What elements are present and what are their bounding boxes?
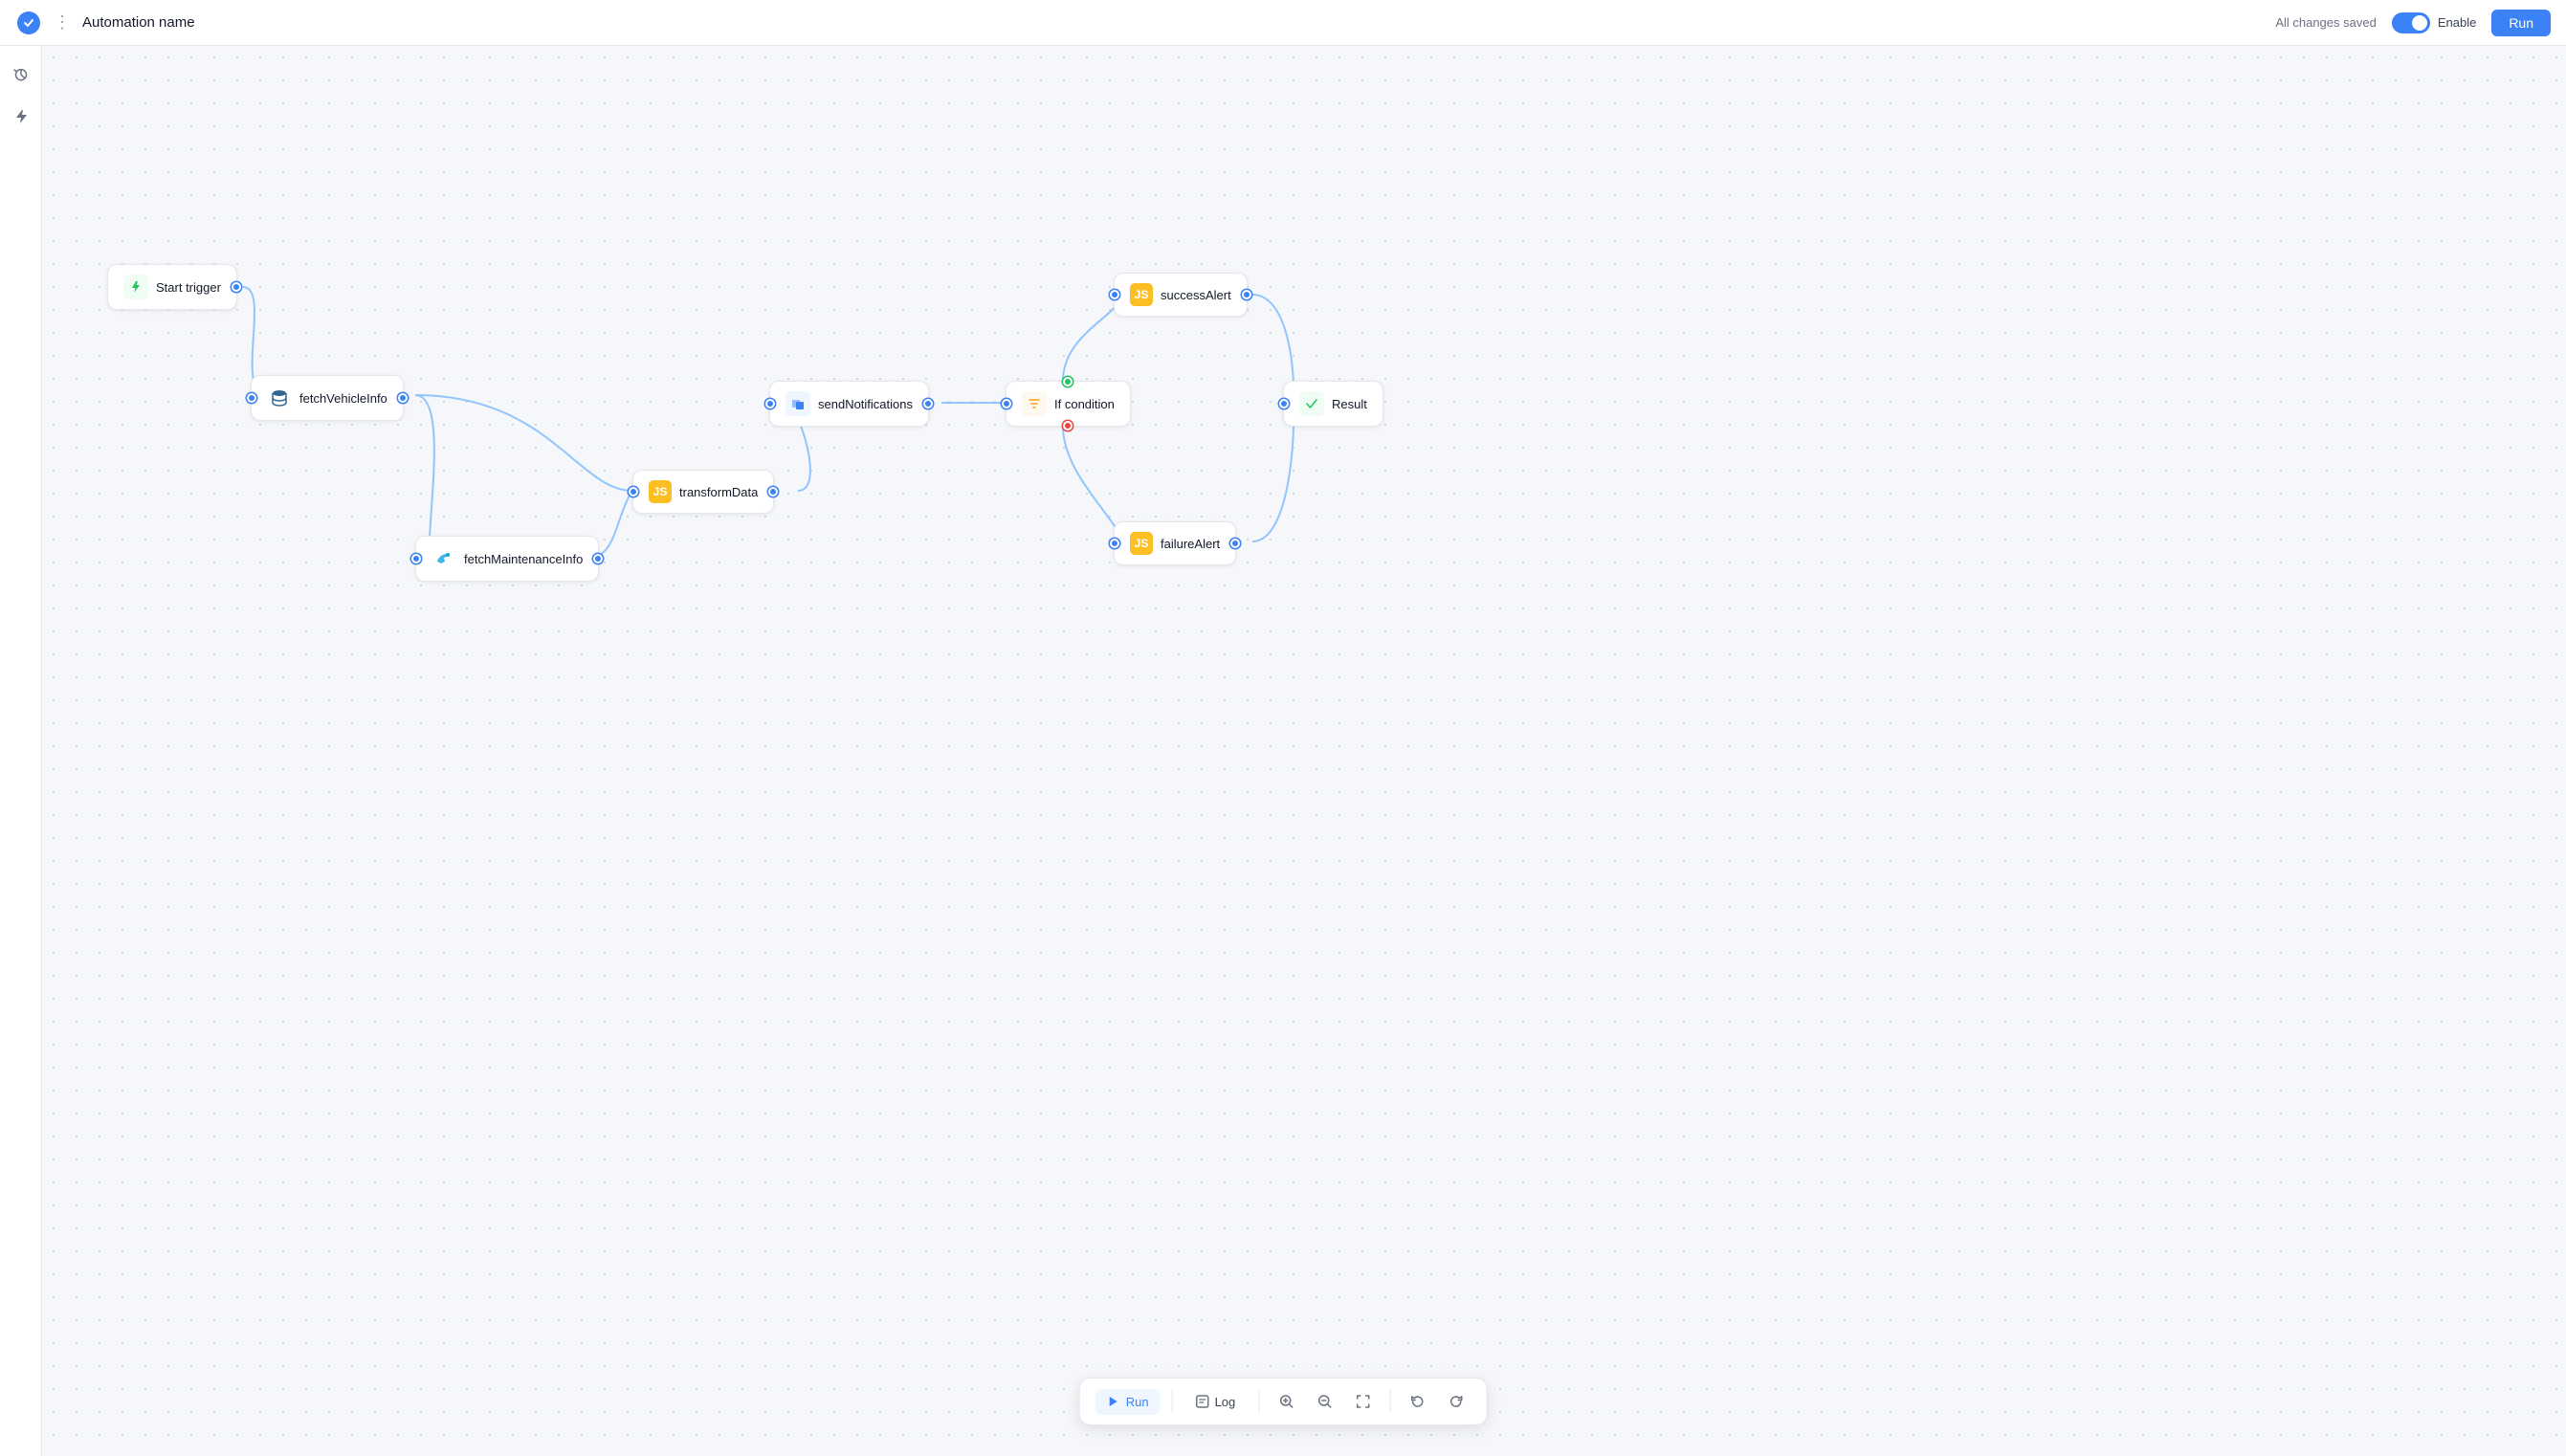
node-failure-alert[interactable]: JS failureAlert xyxy=(1114,521,1236,565)
undo-button[interactable] xyxy=(1402,1386,1432,1417)
log-icon xyxy=(1196,1395,1209,1408)
zoom-in-icon xyxy=(1278,1394,1294,1409)
node-if-condition-label: If condition xyxy=(1054,397,1115,411)
bird-icon xyxy=(431,546,456,571)
js-icon-success: JS xyxy=(1130,283,1153,306)
zoom-out-button[interactable] xyxy=(1309,1386,1339,1417)
node-fetch-maintenance[interactable]: fetchMaintenanceInfo xyxy=(415,536,599,582)
node-dot-left xyxy=(1110,290,1119,299)
node-dot-left xyxy=(1279,399,1289,408)
node-transform-data-label: transformData xyxy=(679,485,758,499)
zoom-out-icon xyxy=(1316,1394,1332,1409)
postgres-icon xyxy=(267,386,292,410)
node-dot-bottom-red xyxy=(1063,421,1073,430)
toolbar-divider-3 xyxy=(1389,1390,1390,1413)
fit-view-icon xyxy=(1355,1394,1370,1409)
node-start-trigger[interactable]: Start trigger xyxy=(107,264,237,310)
undo-icon xyxy=(1409,1394,1425,1409)
history-icon[interactable] xyxy=(8,61,34,88)
node-send-notifications[interactable]: sendNotifications xyxy=(769,381,929,427)
node-if-condition[interactable]: If condition xyxy=(1006,381,1131,427)
connections-svg xyxy=(42,46,2566,1456)
toolbar-log-button[interactable]: Log xyxy=(1184,1389,1248,1415)
header: ⋮ Automation name All changes saved Enab… xyxy=(0,0,2566,46)
node-dot-right xyxy=(593,554,603,563)
node-fetch-vehicle-label: fetchVehicleInfo xyxy=(299,391,387,406)
enable-toggle[interactable] xyxy=(2392,12,2430,33)
node-success-alert[interactable]: JS successAlert xyxy=(1114,273,1248,317)
node-dot-right xyxy=(1242,290,1251,299)
node-dot-right xyxy=(1230,539,1240,548)
js-icon-failure: JS xyxy=(1130,532,1153,555)
node-dot-left xyxy=(1110,539,1119,548)
play-icon xyxy=(1107,1395,1120,1408)
send-icon xyxy=(785,391,810,416)
node-dot-left xyxy=(1002,399,1011,408)
node-dot-right xyxy=(923,399,933,408)
node-dot-right xyxy=(232,282,241,292)
js-icon-transform: JS xyxy=(649,480,672,503)
bottom-toolbar: Run Log xyxy=(1079,1378,1488,1425)
node-send-notifications-label: sendNotifications xyxy=(818,397,913,411)
toolbar-divider-1 xyxy=(1172,1390,1173,1413)
automation-title[interactable]: Automation name xyxy=(82,14,2267,31)
lightning-icon[interactable] xyxy=(8,103,34,130)
node-dot-left xyxy=(629,487,638,496)
toolbar-divider-2 xyxy=(1258,1390,1259,1413)
enable-toggle-wrap: Enable xyxy=(2392,12,2476,33)
canvas: Start trigger fetchVehicleInfo fetchMain… xyxy=(42,46,2566,1456)
node-dot-right xyxy=(768,487,778,496)
node-dot-top-green xyxy=(1063,377,1073,386)
filter-icon xyxy=(1022,391,1047,416)
node-success-alert-label: successAlert xyxy=(1161,288,1231,302)
node-dot-left xyxy=(411,554,421,563)
node-dot-left xyxy=(247,393,256,403)
result-icon xyxy=(1299,391,1324,416)
node-result[interactable]: Result xyxy=(1283,381,1383,427)
zoom-in-button[interactable] xyxy=(1271,1386,1301,1417)
node-failure-alert-label: failureAlert xyxy=(1161,537,1220,551)
save-status: All changes saved xyxy=(2275,15,2377,30)
app-logo xyxy=(15,10,42,36)
redo-icon xyxy=(1448,1394,1463,1409)
node-result-label: Result xyxy=(1332,397,1367,411)
header-right: All changes saved Enable Run xyxy=(2275,10,2551,36)
start-trigger-icon xyxy=(123,275,148,299)
header-run-button[interactable]: Run xyxy=(2491,10,2551,36)
node-dot-left xyxy=(765,399,775,408)
node-fetch-maintenance-label: fetchMaintenanceInfo xyxy=(464,552,583,566)
sidebar xyxy=(0,46,42,1456)
node-fetch-vehicle[interactable]: fetchVehicleInfo xyxy=(251,375,404,421)
node-start-trigger-label: Start trigger xyxy=(156,280,221,295)
redo-button[interactable] xyxy=(1440,1386,1471,1417)
toolbar-run-button[interactable]: Run xyxy=(1095,1389,1161,1415)
node-dot-right xyxy=(398,393,408,403)
enable-label: Enable xyxy=(2438,15,2476,30)
more-options-icon[interactable]: ⋮ xyxy=(50,9,75,36)
node-transform-data[interactable]: JS transformData xyxy=(632,470,774,514)
fit-view-button[interactable] xyxy=(1347,1386,1378,1417)
